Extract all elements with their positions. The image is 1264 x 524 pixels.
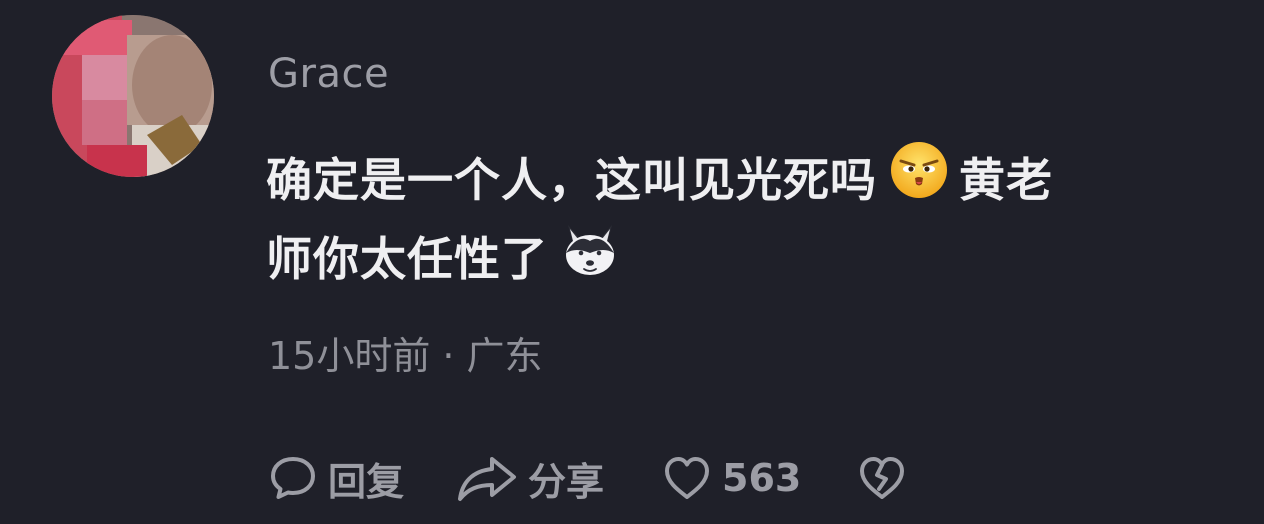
broken-heart-icon bbox=[860, 457, 905, 499]
husky-dog-emoji-icon bbox=[560, 219, 620, 298]
dislike-button[interactable] bbox=[857, 453, 917, 503]
action-bar: 回复 分享 563 bbox=[268, 450, 917, 506]
comment-card: Grace 确定是一个人，这叫见光死吗 黄老 师你太任性了 15小时前 · 广东… bbox=[0, 0, 1264, 524]
share-label: 分享 bbox=[528, 459, 605, 504]
comment-location: 广东 bbox=[466, 334, 543, 378]
avatar-image bbox=[52, 15, 214, 177]
chat-bubble-icon bbox=[271, 457, 315, 499]
heart-icon bbox=[665, 457, 710, 499]
share-arrow-icon bbox=[458, 457, 517, 501]
comment-text-line1b: 黄老 bbox=[959, 153, 1053, 207]
comment-text: 确定是一个人，这叫见光死吗 黄老 师你太任性了 bbox=[266, 142, 1226, 302]
comment-time: 15小时前 bbox=[268, 334, 431, 378]
avatar[interactable] bbox=[52, 15, 214, 177]
comment-text-line2: 师你太任性了 bbox=[266, 232, 548, 286]
comment-meta: 15小时前 · 广东 bbox=[268, 330, 542, 382]
comment-text-line1: 确定是一个人，这叫见光死吗 bbox=[266, 153, 877, 207]
smirk-face-emoji-icon bbox=[889, 140, 949, 219]
like-count: 563 bbox=[722, 456, 802, 500]
share-button[interactable]: 分享 bbox=[456, 451, 604, 506]
reply-button[interactable]: 回复 bbox=[268, 451, 404, 506]
username[interactable]: Grace bbox=[268, 48, 389, 100]
meta-separator: · bbox=[442, 334, 455, 378]
reply-label: 回复 bbox=[328, 459, 405, 504]
like-button[interactable]: 563 bbox=[662, 453, 801, 503]
